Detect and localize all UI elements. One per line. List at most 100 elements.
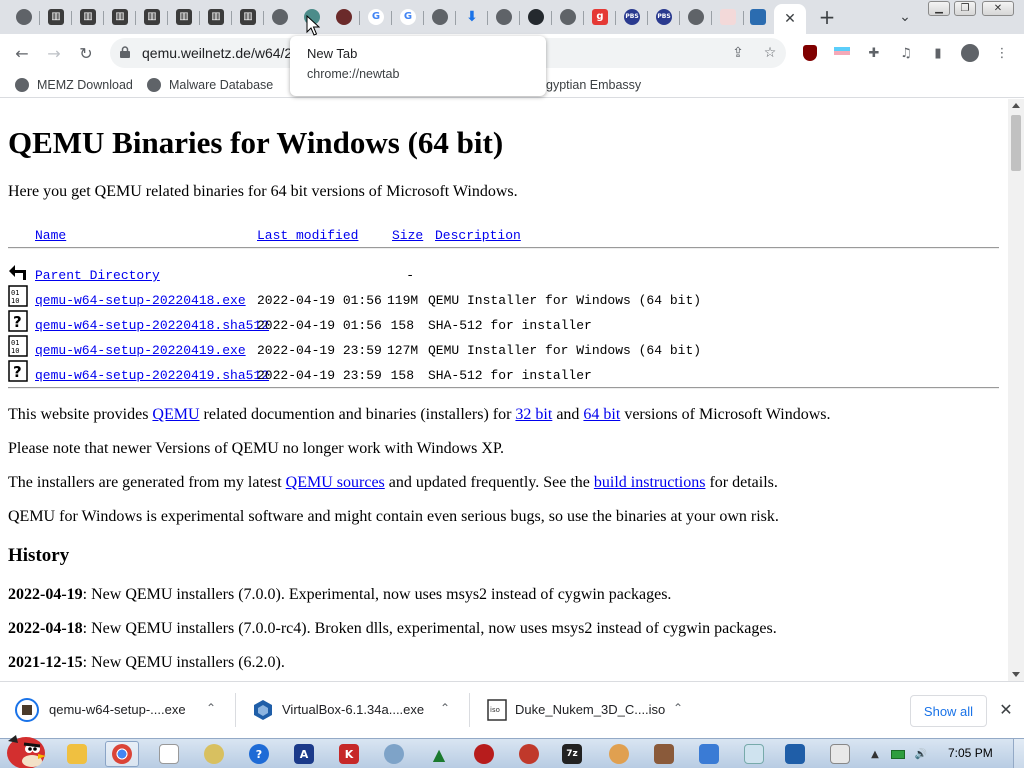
tab-globe-2[interactable]: [424, 3, 456, 31]
bookmark-star-icon[interactable]: ☆: [761, 44, 779, 62]
hover-card-title: New Tab: [307, 46, 358, 61]
tab-film-1[interactable]: ▥: [40, 3, 72, 31]
chevron-up-icon[interactable]: ⌃: [440, 701, 450, 715]
back-button[interactable]: ←: [9, 40, 35, 66]
tab-google-2[interactable]: G: [392, 3, 424, 31]
column-name-header[interactable]: Name: [35, 228, 66, 243]
taskbar-app-mem[interactable]: [512, 741, 546, 767]
battery-icon[interactable]: [891, 747, 905, 761]
column-description-header[interactable]: Description: [435, 228, 521, 243]
scroll-up-arrow-icon[interactable]: [1012, 103, 1020, 108]
tab-google-1[interactable]: G: [360, 3, 392, 31]
file-link[interactable]: qemu-w64-setup-20220418.sha512: [35, 318, 269, 333]
bookmark-malware-db[interactable]: Malware Database: [147, 76, 273, 94]
extensions-puzzle-icon[interactable]: ✚: [864, 43, 884, 63]
volume-icon[interactable]: 🔊: [914, 747, 928, 761]
tab-film-5[interactable]: ▥: [168, 3, 200, 31]
taskbar-app-tree[interactable]: ▲: [422, 741, 456, 767]
taskbar-app-13[interactable]: [602, 741, 636, 767]
show-desktop-button[interactable]: [1013, 739, 1024, 768]
scroll-down-arrow-icon[interactable]: [1012, 672, 1020, 677]
taskbar-help[interactable]: ?: [242, 741, 276, 767]
tab-globe-4[interactable]: [552, 3, 584, 31]
ublock-icon[interactable]: [800, 43, 820, 63]
taskbar-app-3[interactable]: [152, 741, 186, 767]
qemu-sources-link[interactable]: QEMU sources: [286, 474, 385, 491]
close-download-shelf-button[interactable]: ✕: [996, 699, 1016, 721]
tab-globe-1[interactable]: [264, 3, 296, 31]
taskbar-chrome[interactable]: [105, 741, 139, 767]
taskbar-app-bug[interactable]: [467, 741, 501, 767]
file-link[interactable]: qemu-w64-setup-20220419.exe: [35, 343, 246, 358]
flag-extension-icon[interactable]: [832, 43, 852, 63]
tab-chrome-1[interactable]: [8, 3, 40, 31]
tab-film-4[interactable]: ▥: [136, 3, 168, 31]
file-link[interactable]: qemu-w64-setup-20220419.sha512: [35, 368, 269, 383]
show-all-downloads-button[interactable]: Show all: [910, 695, 987, 727]
menu-kebab-icon[interactable]: ⋮: [992, 43, 1012, 63]
tab-film-7[interactable]: ▥: [232, 3, 264, 31]
tab-download[interactable]: ⬇: [456, 3, 488, 31]
unknown-file-icon: ?: [8, 360, 28, 382]
media-control-icon[interactable]: ♫: [896, 43, 916, 63]
share-icon[interactable]: ⇪: [729, 44, 747, 62]
start-angry-bird-icon[interactable]: [2, 731, 48, 768]
tab-film-6[interactable]: ▥: [200, 3, 232, 31]
forward-button[interactable]: →: [41, 40, 67, 66]
download-item[interactable]: iso Duke_Nukem_3D_C....iso ⌃: [470, 682, 704, 739]
tab-red-app[interactable]: g: [584, 3, 616, 31]
tray-expand-icon[interactable]: ▲: [868, 747, 882, 761]
taskbar-app-18[interactable]: [823, 741, 857, 767]
tab-search-button[interactable]: ⌄: [893, 6, 917, 28]
taskbar-app-a[interactable]: A: [287, 741, 321, 767]
tab-pale[interactable]: [712, 3, 744, 31]
tab-pbs-1[interactable]: PBS: [616, 3, 648, 31]
close-tab-icon[interactable]: ✕: [784, 11, 796, 27]
profile-avatar-icon[interactable]: [960, 43, 980, 63]
tab-pbs-2[interactable]: PBS: [648, 3, 680, 31]
column-size-header[interactable]: Size: [392, 228, 423, 243]
tab-film-2[interactable]: ▥: [72, 3, 104, 31]
build-instructions-link[interactable]: build instructions: [594, 474, 706, 491]
qemu-link[interactable]: QEMU: [152, 406, 199, 423]
github-icon: [528, 9, 544, 25]
restore-button[interactable]: ❐: [954, 1, 976, 16]
bookmark-memz[interactable]: MEMZ Download: [15, 76, 133, 94]
taskbar-app-k[interactable]: K: [332, 741, 366, 767]
minimize-button[interactable]: ▁: [928, 1, 950, 16]
tab-chrome-2[interactable]: [680, 3, 712, 31]
close-window-button[interactable]: ✕: [982, 1, 1014, 16]
parent-directory-link[interactable]: Parent Directory: [35, 268, 160, 283]
tab-globe-3[interactable]: [488, 3, 520, 31]
bookmark-embassy[interactable]: gyptian Embassy: [546, 76, 641, 94]
taskbar-notepad[interactable]: [737, 741, 771, 767]
tab-github[interactable]: [520, 3, 552, 31]
64-bit-link[interactable]: 64 bit: [583, 406, 620, 423]
file-link[interactable]: qemu-w64-setup-20220418.exe: [35, 293, 246, 308]
chevron-up-icon[interactable]: ⌃: [206, 701, 216, 715]
taskbar-7zip[interactable]: 7z: [555, 741, 589, 767]
reload-button[interactable]: ↻: [73, 40, 99, 66]
column-modified-header[interactable]: Last modified: [257, 228, 358, 243]
download-item[interactable]: VirtualBox-6.1.34a....exe ⌃: [236, 682, 470, 739]
taskbar-app-8[interactable]: [377, 741, 411, 767]
taskbar-clock[interactable]: 7:05 PM: [948, 746, 993, 760]
new-tab-button[interactable]: +: [814, 5, 840, 29]
download-filename: VirtualBox-6.1.34a....exe: [282, 702, 425, 717]
chevron-up-icon[interactable]: ⌃: [673, 701, 683, 715]
address-text[interactable]: qemu.weilnetz.de/w64/2: [142, 45, 292, 61]
tab-film-3[interactable]: ▥: [104, 3, 136, 31]
taskbar-app-15[interactable]: [692, 741, 726, 767]
vertical-scrollbar[interactable]: [1008, 99, 1024, 681]
taskbar-app-4[interactable]: [197, 741, 231, 767]
tab-spider[interactable]: [328, 3, 360, 31]
scroll-thumb[interactable]: [1011, 115, 1021, 171]
32-bit-link[interactable]: 32 bit: [515, 406, 552, 423]
table-row: ? qemu-w64-setup-20220418.sha512 2022-04…: [0, 310, 1000, 343]
side-panel-icon[interactable]: ▮: [928, 43, 948, 63]
taskbar-virtualbox[interactable]: [778, 741, 812, 767]
tab-active[interactable]: ✕: [774, 4, 806, 34]
taskbar-app-14[interactable]: [647, 741, 681, 767]
taskbar-file-explorer[interactable]: [60, 741, 94, 767]
tab-image[interactable]: [742, 3, 774, 31]
